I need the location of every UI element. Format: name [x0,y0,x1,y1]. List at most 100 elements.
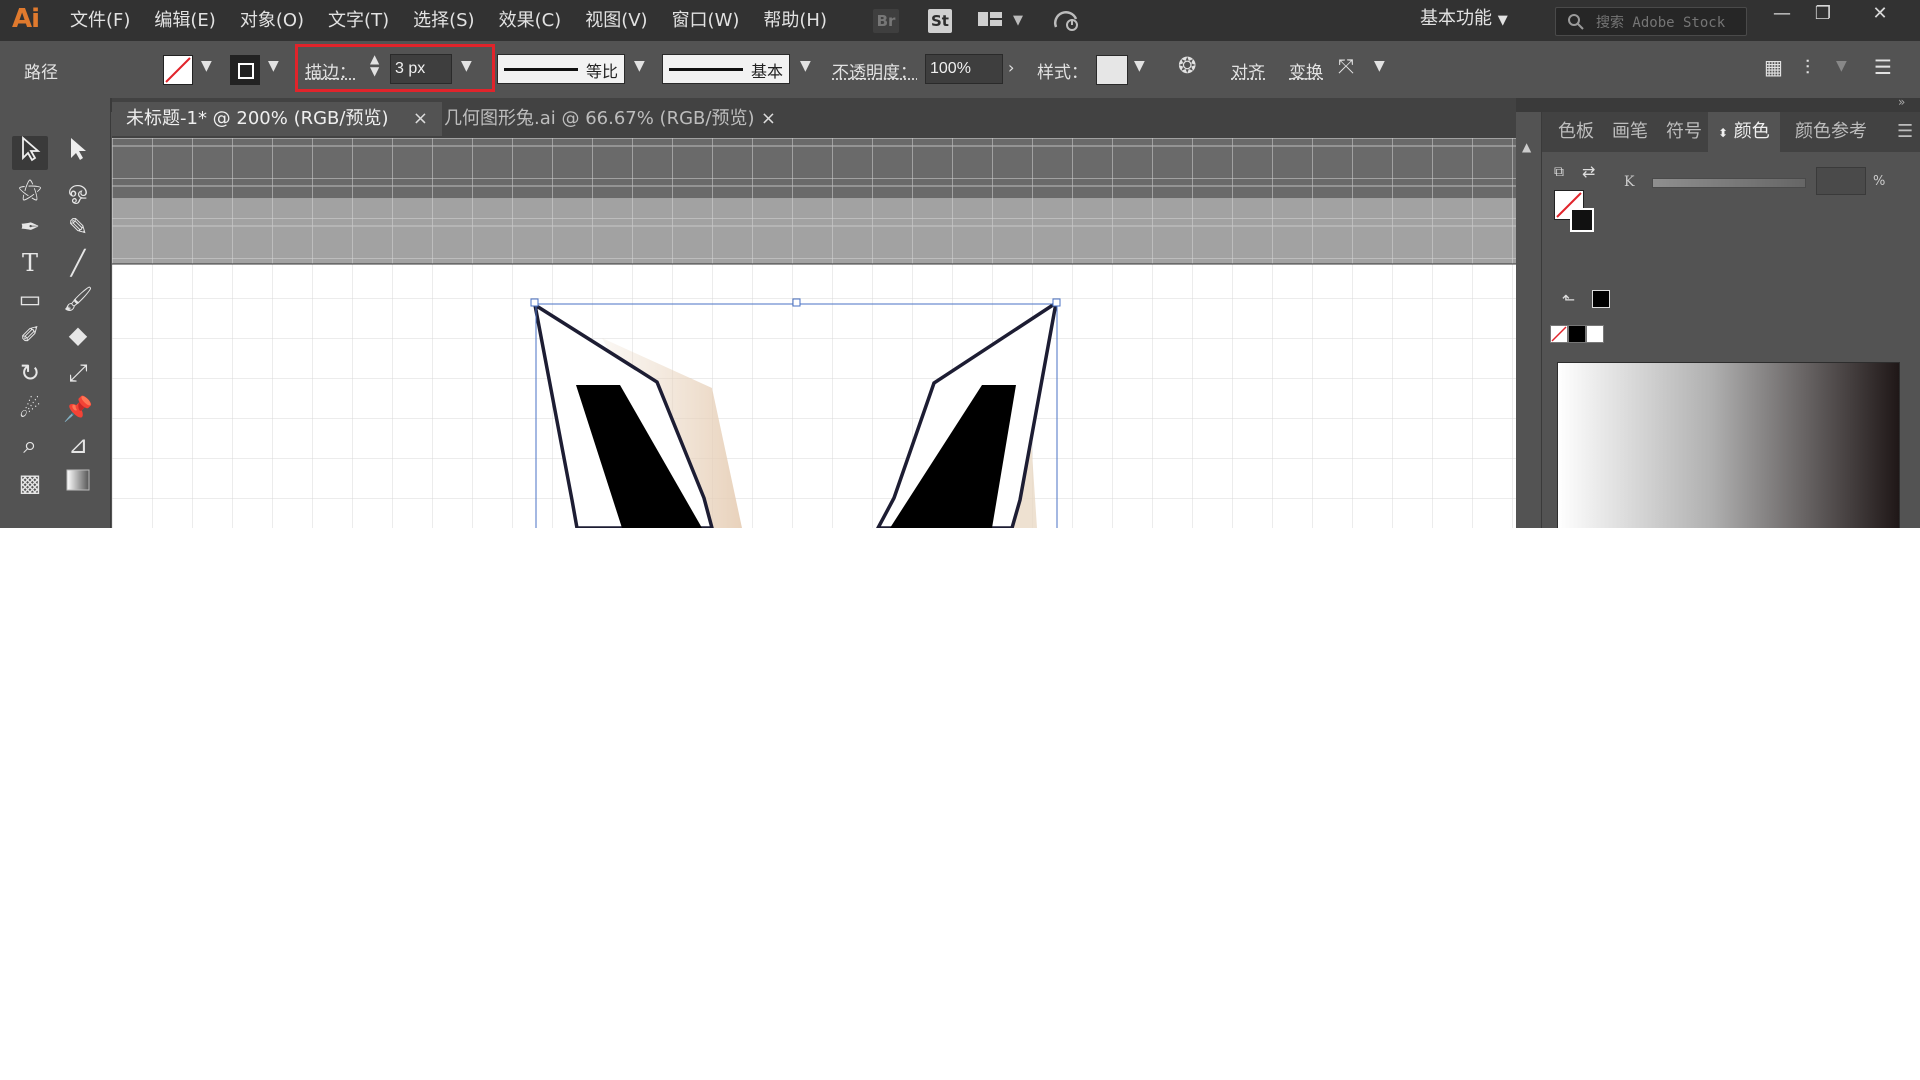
close-icon[interactable]: × [761,102,776,136]
menu-view[interactable]: 视图(V) [573,0,659,41]
white-swatch-small[interactable] [1586,325,1604,343]
menu-help[interactable]: 帮助(H) [751,0,839,41]
selection-tool-icon[interactable] [12,136,48,170]
align-options-icon[interactable]: ⫶ [1805,55,1810,79]
mesh-tool-icon[interactable]: ▩ [12,466,48,500]
fill-swatch[interactable] [163,55,193,85]
panel-tabs: 色板 画笔 符号 ⬍ 颜色 颜色参考 ☰ [1542,112,1920,152]
gradient-tool-icon[interactable] [60,466,96,500]
tab-brushes[interactable]: 画笔 [1602,112,1658,152]
close-window-button[interactable]: ✕ [1860,0,1900,30]
workspace-switcher[interactable]: 基本功能 ▼ [1420,0,1508,40]
fill-dropdown-chevron-icon[interactable]: ▼ [201,58,212,74]
none-fill-icon [165,57,191,83]
shape-builder-tool-icon[interactable]: ⌕ [12,428,48,462]
puppet-warp-tool-icon[interactable]: 📌 [60,392,96,426]
panel-menu-icon[interactable]: ☰ [1874,55,1892,79]
none-swatch[interactable] [1550,325,1568,343]
stroke-weight-chevron-icon[interactable]: ▼ [461,58,472,74]
chevron-down-icon[interactable]: ▼ [1013,9,1023,33]
paintbrush-tool-icon[interactable]: 🖌 [60,282,96,316]
isolate-chevron-icon[interactable]: ▼ [1374,58,1385,74]
brush-chevron-icon[interactable]: ▼ [800,58,811,74]
pen-tool-icon[interactable]: ✒ [12,210,48,244]
lasso-tool-icon[interactable]: ஓ [60,172,96,206]
bridge-button[interactable]: Br [873,9,899,33]
align-chevron-icon[interactable]: ▼ [1836,58,1847,74]
black-swatch[interactable] [1592,290,1610,308]
stroke-stepper-icon[interactable]: ▲ ▼ [370,53,379,77]
scale-tool-icon[interactable]: ⤢ [60,356,96,390]
tab-geometric-rabbit[interactable]: 几何图形兔.ai @ 66.67% (RGB/预览) × [430,102,790,136]
opacity-label[interactable]: 不透明度： [832,58,917,83]
menu-window[interactable]: 窗口(W) [660,0,752,41]
stock-button[interactable]: St [928,9,952,33]
stock-search[interactable] [1555,7,1747,37]
stroke-swatch[interactable] [230,55,260,85]
rectangle-tool-icon[interactable]: ▭ [12,282,48,316]
tab-swatches[interactable]: 色板 [1548,112,1604,152]
document-tabs: 未标题-1* @ 200% (RGB/预览) × 几何图形兔.ai @ 66.6… [112,98,1516,138]
menu-type[interactable]: 文字(T) [316,0,401,41]
stroke-dropdown-chevron-icon[interactable]: ▼ [268,58,279,74]
menu-file[interactable]: 文件(F) [58,0,142,41]
black-swatch-small[interactable] [1568,325,1586,343]
type-tool-icon[interactable]: T [12,246,48,280]
transform-link[interactable]: 变换 [1289,58,1323,83]
minimize-button[interactable]: — [1762,0,1802,30]
menu-effect[interactable]: 效果(C) [487,0,574,41]
collapse-right-icon[interactable]: » [1898,95,1905,109]
stroke-weight-input[interactable] [390,54,452,84]
k-channel-slider[interactable] [1652,178,1806,188]
tab-label: 未标题-1* @ 200% (RGB/预览) [126,108,389,129]
eraser-tool-icon[interactable]: ◆ [60,318,96,352]
stroke-label[interactable]: 描边： [305,58,356,83]
stock-search-input[interactable] [1594,8,1743,37]
control-bar: 路径 ▼ ▼ 描边： ▲▼ ▼ 等比 ▼ 基本 ▼ 不透明度： › 样式： ▼ … [0,41,1920,99]
tab-symbols[interactable]: 符号 [1656,112,1712,152]
align-link[interactable]: 对齐 [1231,58,1265,83]
grid-arrange-icon[interactable]: ▦ [1764,55,1783,79]
arrange-documents-icon[interactable] [977,9,1003,33]
opacity-arrow-icon[interactable]: › [1008,58,1014,77]
menu-edit[interactable]: 编辑(E) [142,0,227,41]
profile-chevron-icon[interactable]: ▼ [634,58,645,74]
stroke-color-box[interactable] [1570,208,1594,232]
restore-button[interactable]: ❐ [1803,0,1843,30]
out-of-gamut-icon[interactable]: ⬑ [1562,290,1575,309]
tab-untitled-1[interactable]: 未标题-1* @ 200% (RGB/预览) × [112,102,442,136]
line-segment-tool-icon[interactable]: ╱ [60,246,96,280]
style-chevron-icon[interactable]: ▼ [1134,58,1145,74]
app-logo: Ai [12,4,40,34]
tab-color-label: 颜色 [1733,121,1770,142]
curvature-tool-icon[interactable]: ✎ [60,210,96,244]
k-channel-input[interactable] [1816,167,1866,195]
direct-selection-tool-icon[interactable] [60,136,96,170]
isolate-object-icon[interactable]: ⤧ [1338,54,1354,78]
menu-select[interactable]: 选择(S) [401,0,486,41]
magic-wand-tool-icon[interactable]: ⚝ [12,172,48,206]
rotate-tool-icon[interactable]: ↻ [12,356,48,390]
gpu-performance-icon[interactable] [1052,9,1082,33]
default-colors-icon[interactable]: ⧉ [1554,164,1564,180]
variable-width-profile[interactable]: 等比 [497,54,625,84]
shaper-tool-icon[interactable]: ✐ [12,318,48,352]
tab-color[interactable]: ⬍ 颜色 [1708,112,1780,152]
swap-colors-icon[interactable]: ⇄ [1582,162,1595,181]
menu-object[interactable]: 对象(O) [228,0,316,41]
warp-tool-icon[interactable]: ☄ [12,392,48,426]
scroll-up-icon[interactable]: ▲ [1522,140,1531,154]
graphic-style-swatch[interactable] [1096,55,1128,85]
menu-bar: Ai 文件(F) 编辑(E) 对象(O) 文字(T) 选择(S) 效果(C) 视… [0,0,1920,41]
panel-menu-icon[interactable]: ☰ [1887,112,1920,152]
artboard-canvas[interactable] [112,138,1516,528]
tab-color-guide[interactable]: 颜色参考 [1785,112,1877,152]
percent-label: % [1873,174,1886,189]
opacity-input[interactable] [925,54,1003,84]
brush-definition[interactable]: 基本 [662,54,790,84]
recolor-artwork-icon[interactable]: ❂ [1178,54,1196,79]
color-spectrum[interactable] [1557,362,1900,528]
vertical-scrollbar[interactable]: ▲ [1516,138,1540,514]
perspective-grid-tool-icon[interactable]: ⊿ [60,428,96,462]
close-icon[interactable]: × [413,102,428,136]
